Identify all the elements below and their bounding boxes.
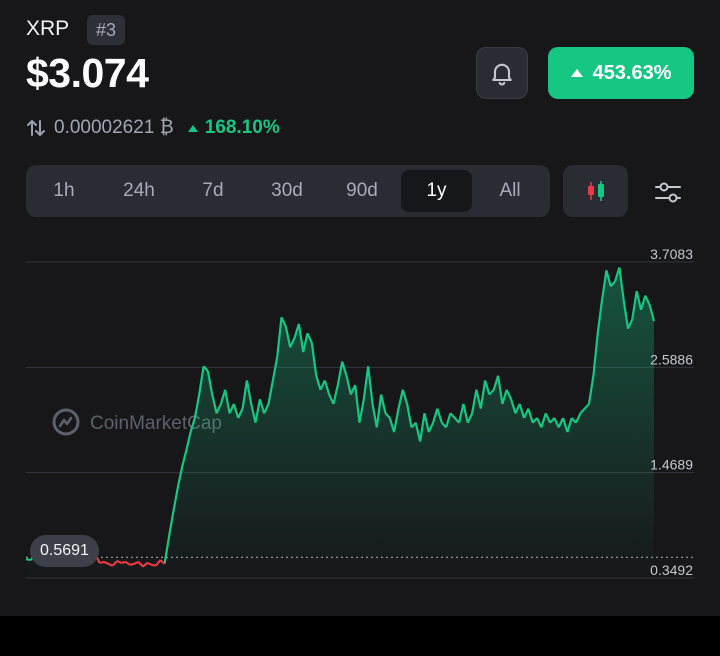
- price-change-value: 453.63%: [592, 61, 672, 84]
- price-change-badge[interactable]: 453.63%: [548, 47, 694, 99]
- time-range-selector: 1h 24h 7d 30d 90d 1y All: [26, 165, 550, 217]
- range-tab-90d[interactable]: 90d: [326, 170, 398, 212]
- base-price-label: 0.5691: [30, 535, 99, 567]
- btc-price-value: 0.00002621 ₿: [54, 117, 174, 138]
- range-tab-7d[interactable]: 7d: [178, 170, 248, 212]
- triangle-up-icon: [570, 69, 583, 77]
- y-tick-label: 1.4689: [650, 457, 693, 473]
- sliders-icon: [655, 182, 681, 203]
- btc-change: 168.10%: [187, 117, 280, 139]
- range-tab-all[interactable]: All: [474, 170, 546, 212]
- price-alert-button[interactable]: [476, 47, 528, 99]
- range-tab-30d[interactable]: 30d: [250, 170, 324, 212]
- range-tab-1h[interactable]: 1h: [30, 170, 98, 212]
- coin-price: $3.074: [26, 50, 149, 96]
- triangle-up-icon: [187, 124, 198, 132]
- range-tab-24h[interactable]: 24h: [102, 170, 176, 212]
- y-tick-label: 0.3492: [650, 562, 693, 578]
- rank-badge: #3: [87, 15, 126, 45]
- swap-vertical-icon[interactable]: [26, 118, 46, 138]
- candlestick-icon: [587, 181, 604, 201]
- y-tick-label: 2.5886: [650, 351, 693, 367]
- coin-detail-screen: XRP #3 $3.074 453.63% 0.00002621 ₿ 168.1…: [0, 0, 720, 616]
- btc-change-value: 168.10%: [204, 117, 280, 138]
- bell-icon: [492, 63, 512, 86]
- range-tab-1y[interactable]: 1y: [401, 170, 472, 212]
- y-tick-label: 3.7083: [650, 246, 693, 262]
- btc-price-row: 0.00002621 ₿ 168.10%: [26, 117, 280, 139]
- candlestick-toggle-button[interactable]: [563, 165, 628, 217]
- price-chart[interactable]: CoinMarketCap 3.70832.58861.46890.3492: [0, 240, 720, 610]
- coin-name: XRP: [26, 17, 70, 40]
- coinmarketcap-logo-icon: [52, 408, 80, 436]
- chart-settings-button[interactable]: [648, 172, 688, 212]
